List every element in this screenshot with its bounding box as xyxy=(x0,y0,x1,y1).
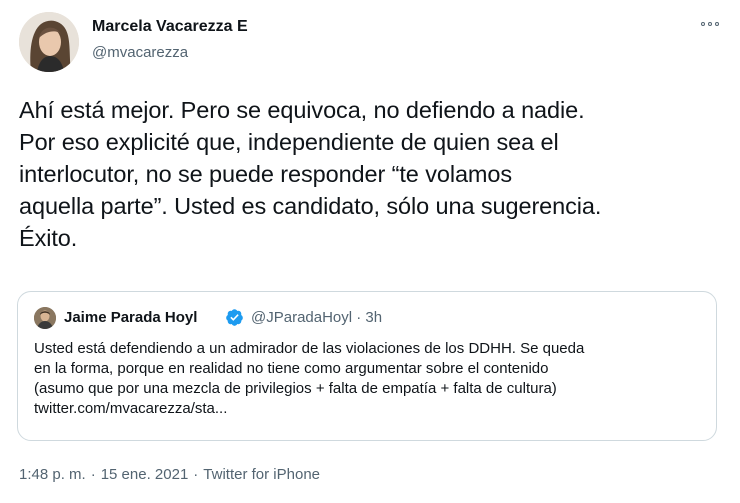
quoted-author-name[interactable]: Jaime Parada Hoyl xyxy=(64,309,197,326)
quoted-handle-time[interactable]: @JParadaHoyl · 3h xyxy=(251,309,382,326)
quoted-text: Usted está defendiendo a un admirador de… xyxy=(34,340,585,417)
more-options-button[interactable] xyxy=(696,10,724,38)
tweet-date[interactable]: 15 ene. 2021 xyxy=(101,466,189,483)
more-horizontal-icon xyxy=(701,22,705,26)
tweet-time[interactable]: 1:48 p. m. xyxy=(19,466,86,483)
tweet-metadata: 1:48 p. m. · 15 ene. 2021 · Twitter for iPho… xyxy=(19,466,320,483)
author-handle[interactable]: @mvacarezza xyxy=(92,44,188,61)
more-dot xyxy=(708,22,712,26)
author-name[interactable]: Marcela Vacarezza E xyxy=(92,18,248,36)
tweet-card: Marcela Vacarezza E @mvacarezza Ahí está… xyxy=(0,0,740,503)
verified-badge-icon xyxy=(226,309,243,326)
tweet-text: Ahí está mejor. Pero se equivoca, no def… xyxy=(19,97,602,251)
tweet-source[interactable]: Twitter for iPhone xyxy=(203,466,320,483)
quoted-tweet[interactable]: Jaime Parada Hoyl @JParadaHoyl · 3h Uste… xyxy=(17,291,717,441)
quoted-author-avatar[interactable] xyxy=(34,307,56,329)
separator: · xyxy=(193,466,199,483)
more-dot xyxy=(715,22,719,26)
separator: · xyxy=(90,466,96,483)
author-avatar[interactable] xyxy=(19,12,79,72)
